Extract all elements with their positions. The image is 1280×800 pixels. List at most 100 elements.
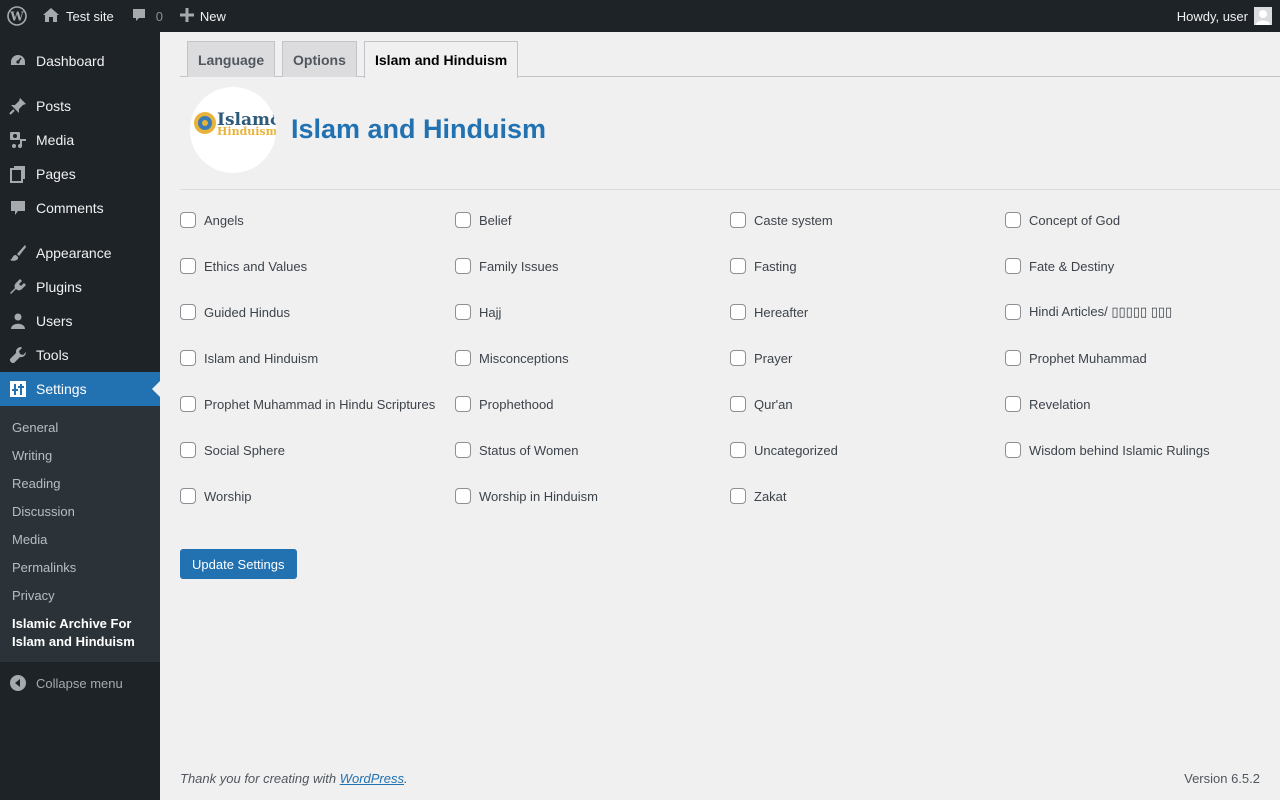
category-checkbox[interactable]	[730, 258, 746, 274]
admin-sidebar: Dashboard Posts Media Pages Comments App…	[0, 32, 160, 800]
menu-item-label: Pages	[36, 166, 76, 182]
category-checkbox[interactable]	[1005, 350, 1021, 366]
new-content-link[interactable]: New	[179, 0, 226, 32]
menu-item-settings[interactable]: Settings	[0, 372, 160, 406]
svg-text:W: W	[9, 10, 24, 24]
menu-item-plugins[interactable]: Plugins	[0, 270, 160, 304]
update-settings-button[interactable]: Update Settings	[180, 549, 297, 579]
nav-tabs: Language Options Islam and Hinduism	[180, 41, 1280, 78]
category-checkbox[interactable]	[1005, 212, 1021, 228]
category-checkbox[interactable]	[455, 350, 471, 366]
site-name-link[interactable]: Test site	[42, 0, 114, 32]
category-checkbox[interactable]	[730, 396, 746, 412]
category-option[interactable]: Fasting	[730, 256, 797, 276]
category-checkbox[interactable]	[455, 212, 471, 228]
category-checkbox[interactable]	[180, 396, 196, 412]
menu-item-label: Plugins	[36, 279, 82, 295]
category-checkbox[interactable]	[180, 304, 196, 320]
category-checkbox[interactable]	[455, 442, 471, 458]
submenu-item-privacy[interactable]: Privacy	[12, 587, 55, 605]
category-option[interactable]: Zakat	[730, 486, 787, 506]
comments-link[interactable]: 0	[131, 0, 163, 32]
category-checkbox[interactable]	[180, 350, 196, 366]
category-option[interactable]: Hereafter	[730, 302, 808, 322]
category-option[interactable]: Prophet Muhammad in Hindu Scriptures	[180, 394, 435, 414]
category-checkbox[interactable]	[1005, 258, 1021, 274]
category-option[interactable]: Concept of God	[1005, 210, 1120, 230]
plus-icon	[179, 7, 194, 25]
category-checkbox[interactable]	[730, 350, 746, 366]
category-option[interactable]: Angels	[180, 210, 244, 230]
avatar-icon	[1254, 7, 1272, 25]
category-option[interactable]: Guided Hindus	[180, 302, 290, 322]
category-option[interactable]: Uncategorized	[730, 440, 838, 460]
category-label: Islam and Hinduism	[204, 350, 319, 366]
category-checkbox[interactable]	[455, 396, 471, 412]
category-option[interactable]: Social Sphere	[180, 440, 285, 460]
account-menu[interactable]: Howdy, user	[1177, 0, 1272, 32]
category-checkbox[interactable]	[730, 212, 746, 228]
category-option[interactable]: Worship in Hinduism	[455, 486, 598, 506]
tab-options[interactable]: Options	[282, 41, 357, 77]
category-option[interactable]: Misconceptions	[455, 348, 569, 368]
category-checkbox[interactable]	[1005, 442, 1021, 458]
category-label: Prayer	[754, 350, 793, 366]
submenu-item-permalinks[interactable]: Permalinks	[12, 559, 76, 577]
category-checkbox[interactable]	[180, 488, 196, 504]
category-option[interactable]: Status of Women	[455, 440, 578, 460]
category-label: Prophet Muhammad	[1029, 350, 1147, 366]
category-checkbox[interactable]	[1005, 396, 1021, 412]
menu-item-posts[interactable]: Posts	[0, 89, 160, 123]
menu-item-dashboard[interactable]: Dashboard	[0, 44, 160, 78]
category-checkbox[interactable]	[1005, 304, 1021, 320]
category-checkbox[interactable]	[730, 442, 746, 458]
category-checkbox[interactable]	[455, 304, 471, 320]
menu-item-label: Appearance	[36, 245, 112, 261]
category-checkbox[interactable]	[730, 488, 746, 504]
tab-islam-and-hinduism[interactable]: Islam and Hinduism	[364, 41, 519, 78]
category-checkbox[interactable]	[730, 304, 746, 320]
category-option[interactable]: Fate & Destiny	[1005, 256, 1114, 276]
category-label: Ethics and Values	[204, 258, 308, 274]
submenu-item-general[interactable]: General	[12, 419, 58, 437]
category-checkbox[interactable]	[180, 442, 196, 458]
category-option[interactable]: Belief	[455, 210, 512, 230]
category-checkbox[interactable]	[180, 212, 196, 228]
menu-item-tools[interactable]: Tools	[0, 338, 160, 372]
menu-item-media[interactable]: Media	[0, 123, 160, 157]
category-option[interactable]: Prayer	[730, 348, 792, 368]
category-option[interactable]: Family Issues	[455, 256, 558, 276]
category-checkbox[interactable]	[180, 258, 196, 274]
category-option[interactable]: Hindi Articles/ ▯▯▯▯▯ ▯▯▯	[1005, 302, 1172, 322]
submenu-item-writing[interactable]: Writing	[12, 447, 52, 465]
category-option[interactable]: Wisdom behind Islamic Rulings	[1005, 440, 1210, 460]
submenu-item-reading[interactable]: Reading	[12, 475, 60, 493]
collapse-menu-button[interactable]: Collapse menu	[0, 666, 160, 700]
category-option[interactable]: Qur'an	[730, 394, 793, 414]
footer-thanks-suffix: .	[404, 771, 408, 786]
category-label: Fasting	[754, 258, 797, 274]
category-option[interactable]: Prophet Muhammad	[1005, 348, 1147, 368]
plug-icon	[0, 278, 36, 296]
category-checkbox[interactable]	[455, 258, 471, 274]
wordpress-link[interactable]: WordPress	[340, 771, 404, 786]
submenu-item-media[interactable]: Media	[12, 531, 47, 549]
category-label: Hajj	[479, 304, 502, 320]
wordpress-logo-icon[interactable]: W	[0, 0, 34, 32]
menu-item-users[interactable]: Users	[0, 304, 160, 338]
category-option[interactable]: Worship	[180, 486, 251, 506]
category-checkbox[interactable]	[455, 488, 471, 504]
submenu-item-islamic-archive[interactable]: Islamic Archive For Islam and Hinduism	[12, 615, 152, 651]
tab-language[interactable]: Language	[187, 41, 276, 77]
category-option[interactable]: Revelation	[1005, 394, 1090, 414]
menu-item-pages[interactable]: Pages	[0, 157, 160, 191]
category-option[interactable]: Hajj	[455, 302, 501, 322]
submenu-item-discussion[interactable]: Discussion	[12, 503, 75, 521]
category-option[interactable]: Ethics and Values	[180, 256, 307, 276]
menu-item-comments[interactable]: Comments	[0, 191, 160, 225]
category-option[interactable]: Caste system	[730, 210, 833, 230]
logo-text-hinduism: Hinduism	[217, 125, 276, 138]
menu-item-appearance[interactable]: Appearance	[0, 236, 160, 270]
category-option[interactable]: Islam and Hinduism	[180, 348, 318, 368]
category-option[interactable]: Prophethood	[455, 394, 553, 414]
